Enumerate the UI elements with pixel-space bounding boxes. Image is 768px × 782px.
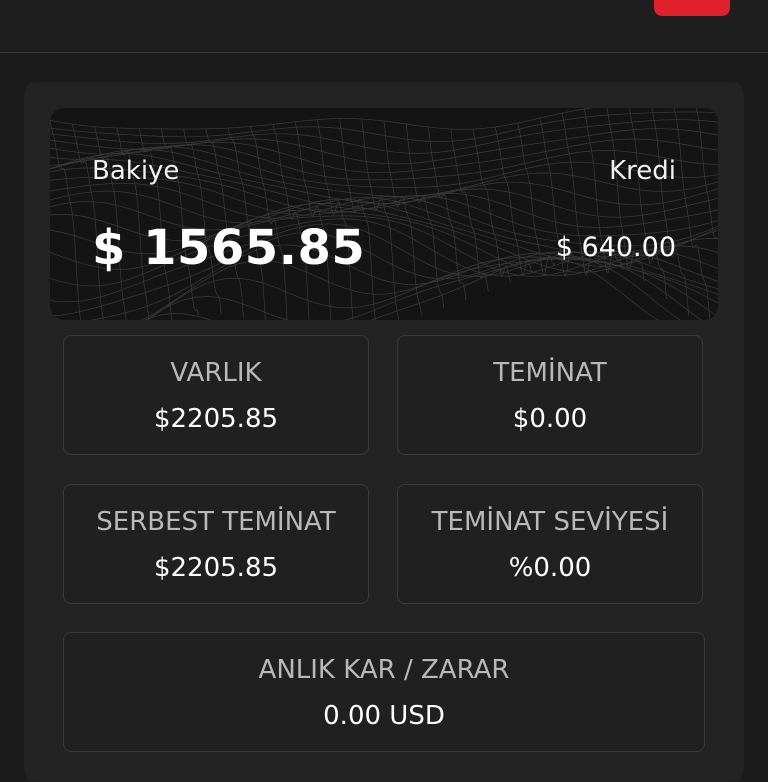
wave-pattern-background: [50, 108, 718, 320]
stat-card-anlik-kar-zarar: ANLIK KAR / ZARAR 0.00 USD: [63, 632, 705, 752]
stat-label: VARLIK: [170, 358, 262, 388]
stat-label: SERBEST TEMİNAT: [96, 507, 336, 537]
wave-line: [383, 120, 422, 316]
wave-line: [673, 108, 711, 320]
wave-line: [50, 119, 718, 154]
stat-card-varlik: VARLIK $2205.85: [63, 335, 369, 455]
wave-line: [361, 118, 399, 320]
stat-label: TEMİNAT SEVİYESİ: [431, 507, 669, 537]
stat-label: ANLIK KAR / ZARAR: [258, 655, 510, 685]
wave-line: [50, 108, 594, 130]
balance-label: Bakiye: [92, 156, 180, 186]
balance-value: $ 1565.85: [92, 220, 366, 276]
stat-label: TEMİNAT: [493, 358, 607, 388]
stat-value: $0.00: [512, 404, 588, 434]
credit-label: Kredi: [609, 156, 676, 186]
stat-card-serbest-teminat: SERBEST TEMİNAT $2205.85: [63, 484, 369, 604]
balance-card: Bakiye $ 1565.85 Kredi $ 640.00: [50, 108, 718, 320]
stat-value: 0.00 USD: [323, 701, 445, 731]
top-bar: [0, 0, 768, 53]
wave-line: [405, 123, 445, 308]
stat-card-teminat-seviyesi: TEMİNAT SEVİYESİ %0.00: [397, 484, 703, 604]
wave-line: [50, 120, 81, 320]
stat-value: $2205.85: [153, 553, 279, 583]
stat-value: $2205.85: [153, 404, 279, 434]
wave-line: [50, 111, 718, 142]
wave-line: [651, 108, 690, 316]
top-action-button[interactable]: [654, 0, 730, 16]
stat-card-teminat: TEMİNAT $0.00: [397, 335, 703, 455]
stat-value: %0.00: [508, 553, 592, 583]
credit-value: $ 640.00: [555, 232, 676, 263]
wave-line: [472, 129, 511, 283]
